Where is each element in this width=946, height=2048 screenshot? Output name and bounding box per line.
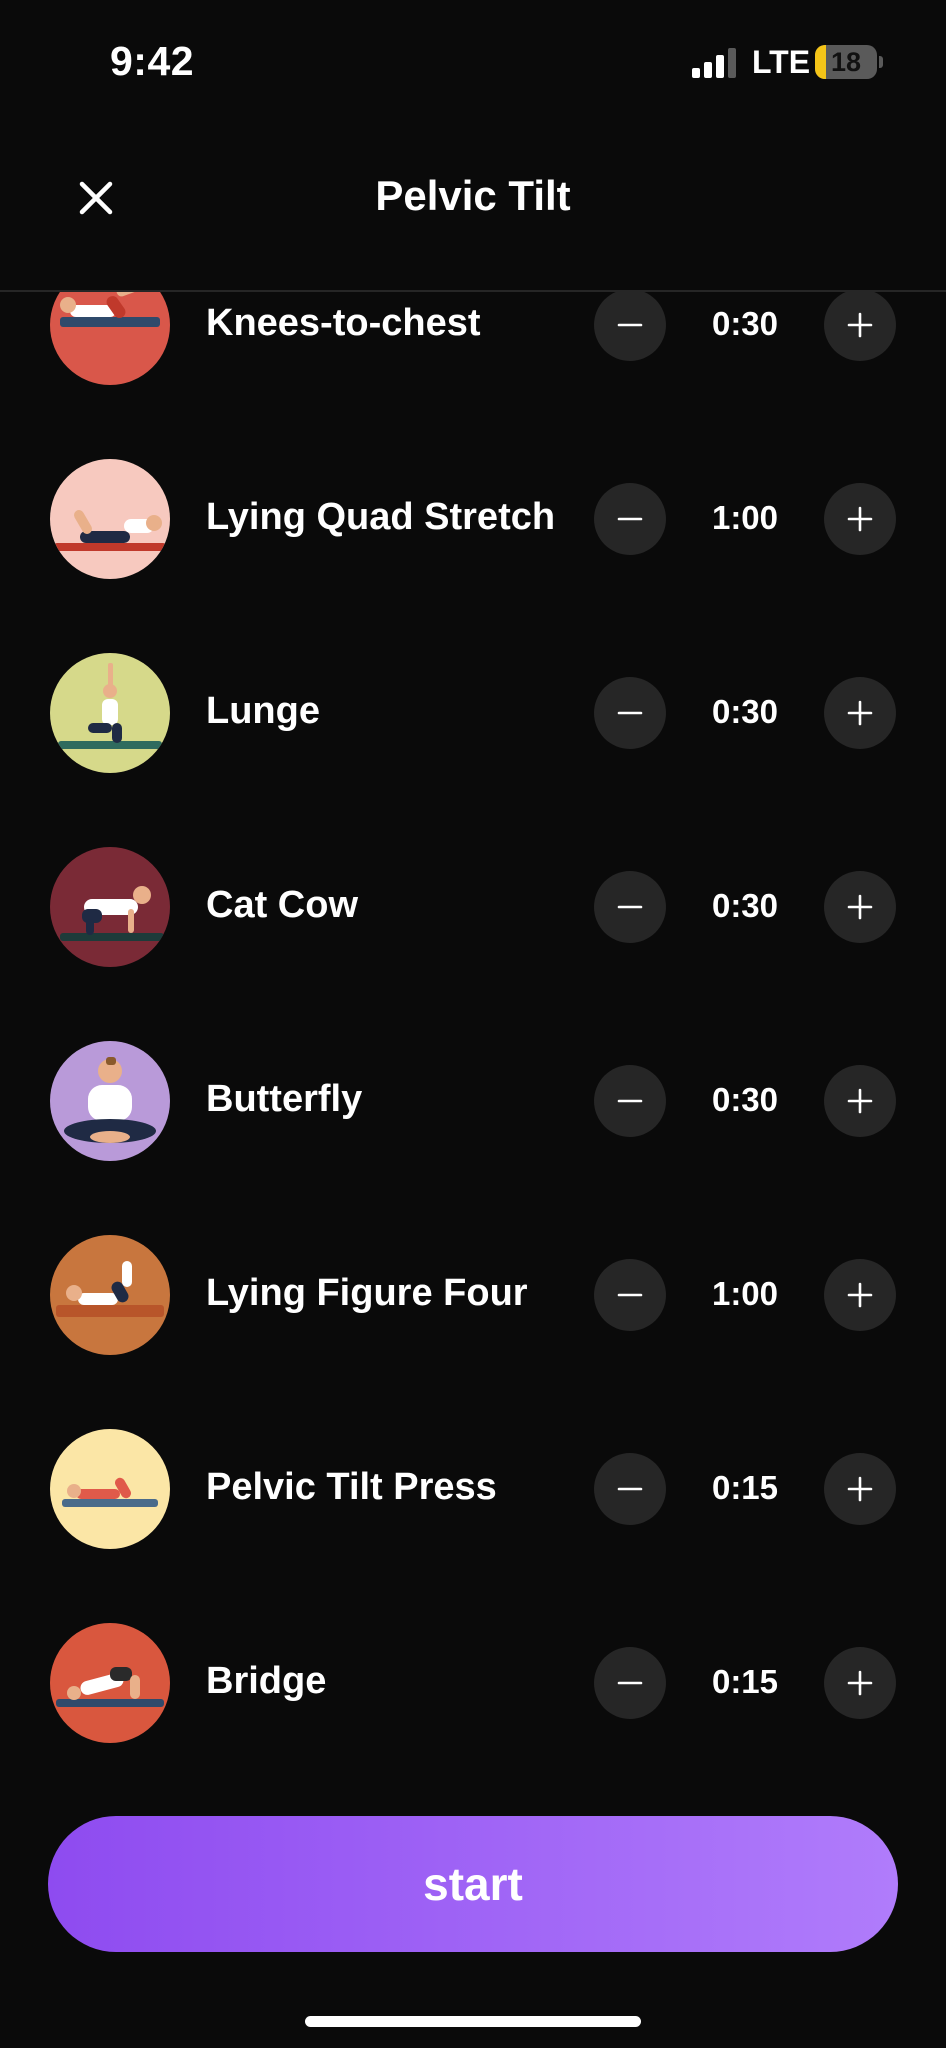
exercise-illustration — [50, 653, 170, 773]
exercise-illustration — [50, 1623, 170, 1743]
exercise-duration: 0:30 — [711, 887, 779, 924]
battery-nub — [879, 56, 883, 68]
exercise-name: Pelvic Tilt Press — [206, 1466, 497, 1508]
exercise-row[interactable]: Lunge 0:30 — [0, 648, 946, 808]
decrease-duration-button[interactable] — [594, 1065, 666, 1137]
decrease-duration-button[interactable] — [594, 483, 666, 555]
exercise-row[interactable]: Butterfly 0:30 — [0, 1036, 946, 1196]
decrease-duration-button[interactable] — [594, 677, 666, 749]
exercise-name: Bridge — [206, 1660, 327, 1702]
exercise-duration: 0:15 — [711, 1663, 779, 1700]
cellular-signal-icon — [692, 48, 736, 78]
exercise-name: Lunge — [206, 690, 320, 732]
plus-icon — [847, 894, 873, 920]
minus-icon — [617, 1681, 643, 1685]
exercise-row[interactable]: Bridge 0:15 — [0, 1618, 946, 1770]
decrease-duration-button[interactable] — [594, 871, 666, 943]
plus-icon — [847, 506, 873, 532]
increase-duration-button[interactable] — [824, 677, 896, 749]
page-title: Pelvic Tilt — [375, 172, 571, 219]
battery-level: 18 — [830, 47, 862, 77]
plus-icon — [847, 312, 873, 338]
status-time: 9:42 — [110, 38, 195, 84]
minus-icon — [617, 517, 643, 521]
exercise-row[interactable]: Pelvic Tilt Press 0:15 — [0, 1424, 946, 1584]
exercise-name: Butterfly — [206, 1078, 363, 1120]
plus-icon — [847, 1476, 873, 1502]
increase-duration-button[interactable] — [824, 290, 896, 361]
minus-icon — [617, 1293, 643, 1297]
increase-duration-button[interactable] — [824, 871, 896, 943]
status-bar: 9:42 LTE 18 — [0, 0, 946, 110]
start-button[interactable]: start — [48, 1816, 898, 1952]
exercise-name: Lying Figure Four — [206, 1272, 528, 1314]
decrease-duration-button[interactable] — [594, 1647, 666, 1719]
exercise-row[interactable]: Knees-to-chest 0:30 — [0, 290, 946, 420]
exercise-row[interactable]: Cat Cow 0:30 — [0, 842, 946, 1002]
increase-duration-button[interactable] — [824, 1259, 896, 1331]
exercise-duration: 1:00 — [711, 499, 779, 536]
plus-icon — [847, 1670, 873, 1696]
exercise-illustration — [50, 847, 170, 967]
exercise-name: Knees-to-chest — [206, 302, 481, 344]
exercise-name: Cat Cow — [206, 884, 358, 926]
exercise-duration: 0:30 — [711, 305, 779, 342]
increase-duration-button[interactable] — [824, 1453, 896, 1525]
decrease-duration-button[interactable] — [594, 290, 666, 361]
minus-icon — [617, 905, 643, 909]
exercise-name: Lying Quad Stretch — [206, 496, 556, 538]
exercise-row[interactable]: Lying Figure Four 1:00 — [0, 1230, 946, 1390]
decrease-duration-button[interactable] — [594, 1453, 666, 1525]
home-indicator[interactable] — [305, 2016, 641, 2027]
minus-icon — [617, 323, 643, 327]
header: Pelvic Tilt — [0, 110, 946, 292]
exercise-illustration — [50, 459, 170, 579]
exercise-row[interactable]: Lying Quad Stretch 1:00 — [0, 454, 946, 614]
start-button-label: start — [423, 1858, 523, 1910]
plus-icon — [847, 1282, 873, 1308]
plus-icon — [847, 1088, 873, 1114]
exercise-illustration — [50, 1429, 170, 1549]
exercise-duration: 0:30 — [711, 1081, 779, 1118]
exercise-illustration — [50, 1041, 170, 1161]
network-type: LTE — [752, 44, 811, 80]
minus-icon — [617, 711, 643, 715]
increase-duration-button[interactable] — [824, 483, 896, 555]
exercise-duration: 0:30 — [711, 693, 779, 730]
increase-duration-button[interactable] — [824, 1647, 896, 1719]
decrease-duration-button[interactable] — [594, 1259, 666, 1331]
exercise-list[interactable]: Knees-to-chest 0:30 Lying Quad Stretch 1:00… — [0, 290, 946, 1770]
plus-icon — [847, 700, 873, 726]
exercise-duration: 0:15 — [711, 1469, 779, 1506]
minus-icon — [617, 1099, 643, 1103]
exercise-illustration — [50, 1235, 170, 1355]
minus-icon — [617, 1487, 643, 1491]
exercise-duration: 1:00 — [711, 1275, 779, 1312]
exercise-illustration — [50, 290, 170, 385]
increase-duration-button[interactable] — [824, 1065, 896, 1137]
battery-icon: 18 — [815, 45, 877, 79]
